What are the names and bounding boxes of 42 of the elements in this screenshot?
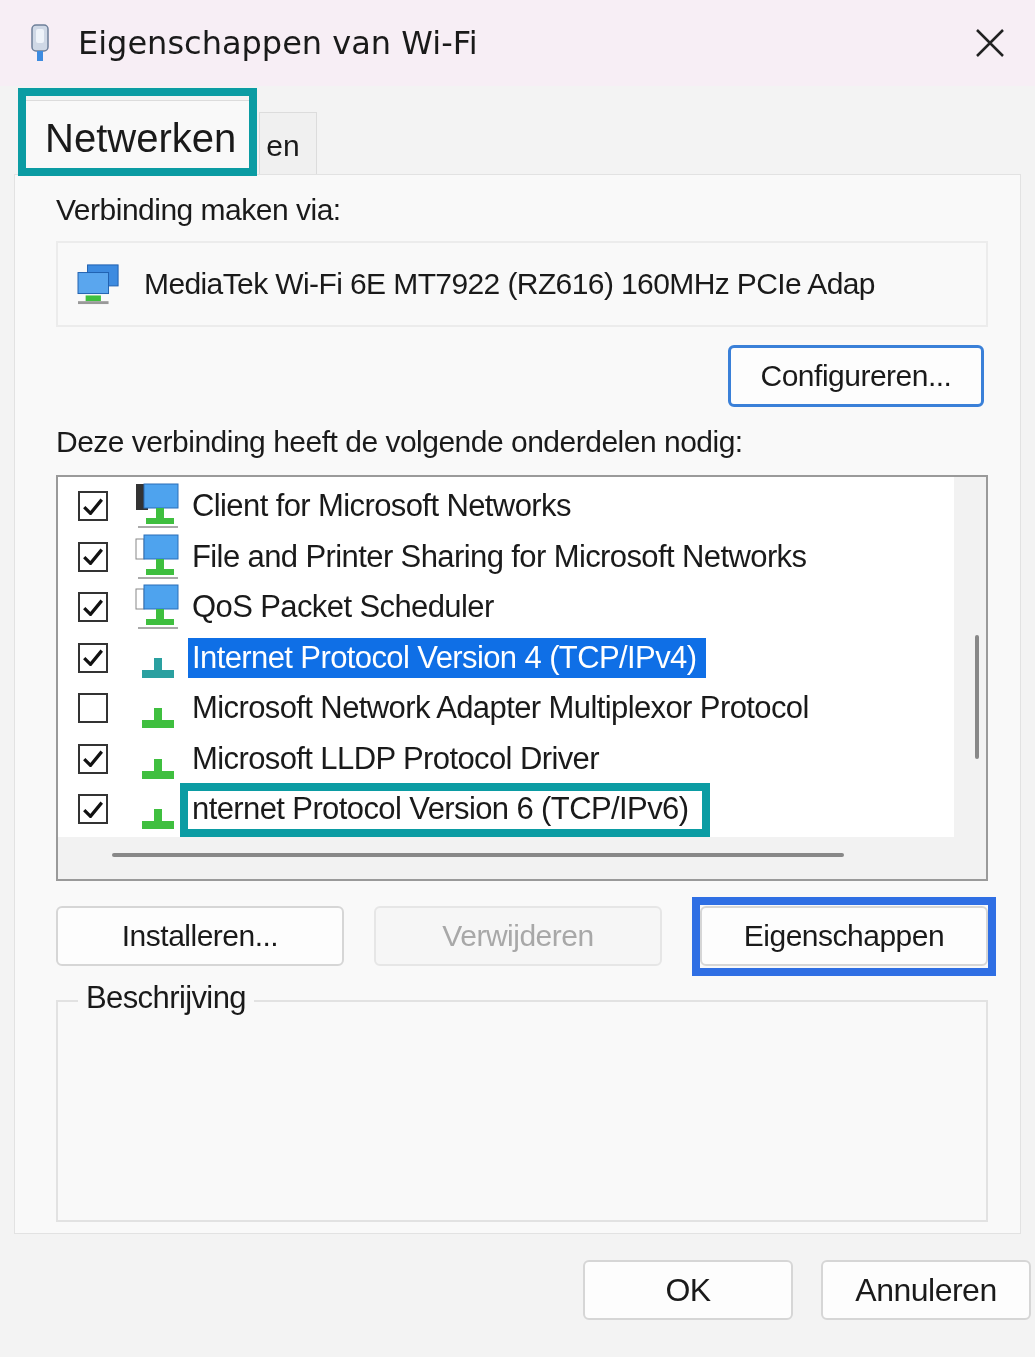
network-adapter-icon: [76, 263, 122, 305]
dialog-button[interactable]: Annuleren: [821, 1260, 1031, 1320]
checkbox[interactable]: [78, 642, 108, 673]
component-item[interactable]: Internet Protocol Version 4 (TCP/IPv4): [188, 637, 707, 678]
checkmark-icon: [83, 649, 103, 667]
tab[interactable]: en: [259, 112, 317, 174]
close-icon[interactable]: [975, 28, 1005, 58]
checkbox[interactable]: [78, 491, 108, 522]
checkbox[interactable]: [78, 693, 108, 724]
action-button[interactable]: Eigenschappen: [700, 906, 988, 966]
checkbox[interactable]: [78, 541, 108, 572]
component-item[interactable]: Microsoft Network Adapter Multiplexor Protocol: [188, 688, 819, 729]
component-item[interactable]: File and Printer Sharing for Microsoft Networks: [188, 536, 817, 577]
component-item[interactable]: Client for Microsoft Networks: [188, 486, 581, 527]
network-protocol-icon: [142, 708, 174, 729]
checkmark-icon: [83, 497, 103, 515]
network-protocol-icon: [142, 758, 174, 779]
checkmark-icon: [83, 750, 103, 768]
network-computer-icon: [134, 532, 182, 581]
components-label: Deze verbinding heeft de volgende onderdelen nodig:: [56, 425, 744, 459]
configure-button[interactable]: Configureren...: [728, 345, 984, 407]
vertical-scrollbar[interactable]: [975, 635, 979, 759]
checkmark-icon: [83, 800, 103, 818]
action-button[interactable]: Installeren...: [56, 906, 344, 966]
component-item[interactable]: QoS Packet Scheduler: [188, 587, 504, 628]
network-computer-icon: [134, 482, 182, 531]
checkmark-icon: [83, 548, 103, 566]
adapter-field: MediaTek Wi-Fi 6E MT7922 (RZ616) 160MHz PCIe Adap: [56, 241, 988, 327]
component-item[interactable]: Microsoft LLDP Protocol Driver: [188, 738, 609, 779]
checkbox[interactable]: [78, 592, 108, 623]
component-item[interactable]: nternet Protocol Version 6 (TCP/IPv6): [188, 789, 699, 830]
checkbox[interactable]: [78, 794, 108, 825]
network-protocol-icon: [142, 657, 174, 678]
dialog-button[interactable]: OK: [583, 1260, 793, 1320]
network-computer-icon: [134, 583, 182, 632]
connect-label: Verbinding maken via:: [56, 193, 342, 227]
network-protocol-icon: [142, 809, 174, 830]
usb-adapter-icon: [28, 23, 52, 63]
window-title: Eigenschappen van Wi-Fi: [78, 24, 479, 62]
horizontal-scrollbar[interactable]: [112, 853, 844, 857]
checkmark-icon: [83, 598, 103, 616]
checkbox[interactable]: [78, 743, 108, 774]
